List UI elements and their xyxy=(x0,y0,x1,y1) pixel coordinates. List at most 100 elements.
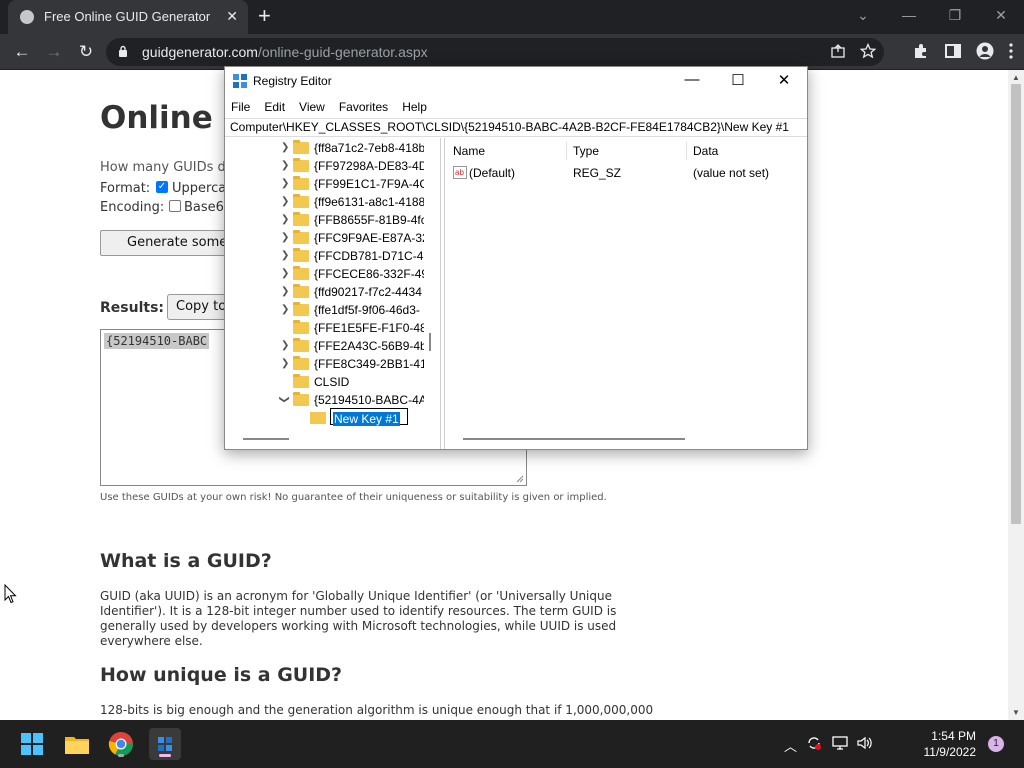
minimize-button[interactable]: — xyxy=(886,0,932,30)
expand-chevron-icon[interactable]: ❯ xyxy=(281,268,289,279)
expand-chevron-icon[interactable]: ❯ xyxy=(281,196,289,207)
folder-icon xyxy=(293,248,309,262)
tree-node[interactable]: ❯ {FFCECE86-332F-49E xyxy=(225,265,435,283)
tree-node-label: {ff8a71c2-7eb8-418b xyxy=(314,141,424,155)
file-explorer-taskbar-button[interactable] xyxy=(61,728,93,760)
tree-node[interactable]: ❯ {ff8a71c2-7eb8-418b xyxy=(225,139,435,157)
new-tab-button[interactable]: + xyxy=(258,4,271,28)
expand-chevron-icon[interactable]: ❯ xyxy=(281,340,289,351)
more-menu-icon[interactable] xyxy=(1008,42,1014,60)
registry-editor-taskbar-button[interactable] xyxy=(149,728,181,760)
start-button[interactable] xyxy=(16,728,48,760)
bookmark-star-icon[interactable] xyxy=(860,43,876,59)
tree-node[interactable]: ❯ {ffe1df5f-9f06-46d3- xyxy=(225,301,435,319)
browser-tab[interactable]: Free Online GUID Generator ✕ xyxy=(8,0,248,34)
system-clock[interactable]: 1:54 PM 11/9/2022 xyxy=(924,728,977,760)
uppercase-checkbox[interactable]: ✓ xyxy=(156,181,168,193)
lock-icon[interactable] xyxy=(118,45,128,58)
registry-values-list[interactable]: Name Type Data ab (Default) REG_SZ (valu… xyxy=(444,138,807,449)
tree-scrollbar[interactable] xyxy=(429,333,431,351)
registry-key-tree[interactable]: ❯ {ff8a71c2-7eb8-418b ❯ {FF97298A-DE83-4D6… xyxy=(225,138,441,449)
column-header-type[interactable]: Type xyxy=(573,144,599,158)
tree-node[interactable]: ❯ {FFE8C349-2BB1-411 xyxy=(225,355,435,373)
tree-node-label: {ff9e6131-a8c1-4188 xyxy=(314,195,424,209)
expand-chevron-icon[interactable]: ❯ xyxy=(281,178,289,189)
tree-node[interactable]: ❯ {ffd90217-f7c2-4434 xyxy=(225,283,435,301)
close-tab-icon[interactable]: ✕ xyxy=(226,8,238,25)
what-is-guid-paragraph: GUID (aka UUID) is an acronym for 'Globa… xyxy=(100,589,617,648)
tab-search-icon[interactable]: ⌄ xyxy=(840,0,886,30)
tree-node[interactable]: ❯ {FFE2A43C-56B9-4bf xyxy=(225,337,435,355)
scroll-up-arrow-icon[interactable]: ▲ xyxy=(1012,73,1020,82)
regedit-titlebar[interactable]: Registry Editor — ☐ ✕ xyxy=(225,67,807,95)
forward-button[interactable]: → xyxy=(44,42,64,62)
menu-help[interactable]: Help xyxy=(402,97,427,117)
expand-chevron-icon[interactable]: ❯ xyxy=(281,250,289,261)
address-bar[interactable]: guidgenerator.com/online-guid-generator.… xyxy=(106,38,884,66)
file-explorer-icon xyxy=(65,737,89,754)
regedit-title: Registry Editor xyxy=(253,74,332,88)
tree-node-label: {FFCECE86-332F-49E xyxy=(314,267,424,281)
value-data: (value not set) xyxy=(693,166,770,180)
menu-file[interactable]: File xyxy=(231,97,250,117)
expand-chevron-icon[interactable]: ❯ xyxy=(281,160,289,171)
collapse-chevron-icon[interactable]: ❯ xyxy=(279,395,290,403)
column-header-data[interactable]: Data xyxy=(693,144,718,158)
folder-icon xyxy=(293,230,309,244)
what-is-guid-heading: What is a GUID? xyxy=(100,550,272,572)
tree-node[interactable]: {FFE1E5FE-F1F0-48C xyxy=(225,319,435,337)
show-hidden-icons-chevron[interactable]: ︿ xyxy=(784,736,797,755)
clock-date: 11/9/2022 xyxy=(923,745,977,759)
back-button[interactable]: ← xyxy=(12,42,32,62)
column-divider[interactable] xyxy=(566,142,567,160)
column-header-name[interactable]: Name xyxy=(453,144,485,158)
reload-button[interactable]: ↻ xyxy=(76,42,96,62)
regedit-maximize-button[interactable]: ☐ xyxy=(715,71,761,89)
expand-chevron-icon[interactable]: ❯ xyxy=(281,142,289,153)
tree-node-label: {FF99E1C1-7F9A-4C8 xyxy=(314,177,424,191)
string-value-icon: ab xyxy=(453,166,467,179)
tree-node[interactable]: ❯ {FFC9F9AE-E87A-325 xyxy=(225,229,435,247)
chrome-taskbar-button[interactable] xyxy=(105,728,137,760)
network-icon[interactable] xyxy=(832,736,848,750)
expand-chevron-icon[interactable]: ❯ xyxy=(281,304,289,315)
menu-edit[interactable]: Edit xyxy=(264,97,285,117)
regedit-minimize-button[interactable]: — xyxy=(669,71,715,88)
share-icon[interactable] xyxy=(830,43,846,59)
tree-node[interactable]: ❯ {FFB8655F-81B9-4fce xyxy=(225,211,435,229)
rename-key-input[interactable]: New Key #1 xyxy=(330,408,408,426)
side-panel-icon[interactable] xyxy=(944,42,962,60)
expand-chevron-icon[interactable]: ❯ xyxy=(281,214,289,225)
scroll-down-arrow-icon[interactable]: ▼ xyxy=(1012,708,1020,717)
volume-icon[interactable] xyxy=(856,736,872,750)
extensions-icon[interactable] xyxy=(912,42,930,60)
folder-icon xyxy=(293,140,309,154)
new-key-folder-icon xyxy=(310,412,326,424)
tree-node[interactable]: ❯ {FF97298A-DE83-4D6 xyxy=(225,157,435,175)
how-unique-heading: How unique is a GUID? xyxy=(100,664,343,686)
tree-node[interactable]: CLSID xyxy=(225,373,435,391)
profile-avatar-icon[interactable] xyxy=(976,42,994,60)
tree-horizontal-scrollbar[interactable] xyxy=(243,438,289,440)
expand-chevron-icon[interactable]: ❯ xyxy=(281,358,289,369)
sync-icon[interactable] xyxy=(806,735,822,751)
tree-node[interactable]: ❯ {FF99E1C1-7F9A-4C8 xyxy=(225,175,435,193)
scrollbar-thumb[interactable] xyxy=(1011,84,1021,524)
tree-node[interactable]: ❯ {ff9e6131-a8c1-4188 xyxy=(225,193,435,211)
base64-checkbox[interactable] xyxy=(169,200,181,212)
tree-node-expanded[interactable]: ❯ {52194510-BABC-4A xyxy=(225,391,435,409)
values-horizontal-scrollbar[interactable] xyxy=(463,438,685,440)
resize-grip-icon[interactable] xyxy=(516,475,524,483)
restore-button[interactable]: ❐ xyxy=(932,0,978,30)
page-scrollbar[interactable]: ▲ ▼ xyxy=(1008,70,1024,720)
regedit-address-bar[interactable]: Computer\HKEY_CLASSES_ROOT\CLSID\{521945… xyxy=(225,118,807,137)
column-divider[interactable] xyxy=(686,142,687,160)
notification-badge[interactable]: 1 xyxy=(988,736,1004,752)
menu-view[interactable]: View xyxy=(299,97,325,117)
expand-chevron-icon[interactable]: ❯ xyxy=(281,286,289,297)
regedit-close-button[interactable]: ✕ xyxy=(761,71,807,89)
tree-node[interactable]: ❯ {FFCDB781-D71C-4D xyxy=(225,247,435,265)
expand-chevron-icon[interactable]: ❯ xyxy=(281,232,289,243)
menu-favorites[interactable]: Favorites xyxy=(339,97,388,117)
close-window-button[interactable]: ✕ xyxy=(978,0,1024,30)
